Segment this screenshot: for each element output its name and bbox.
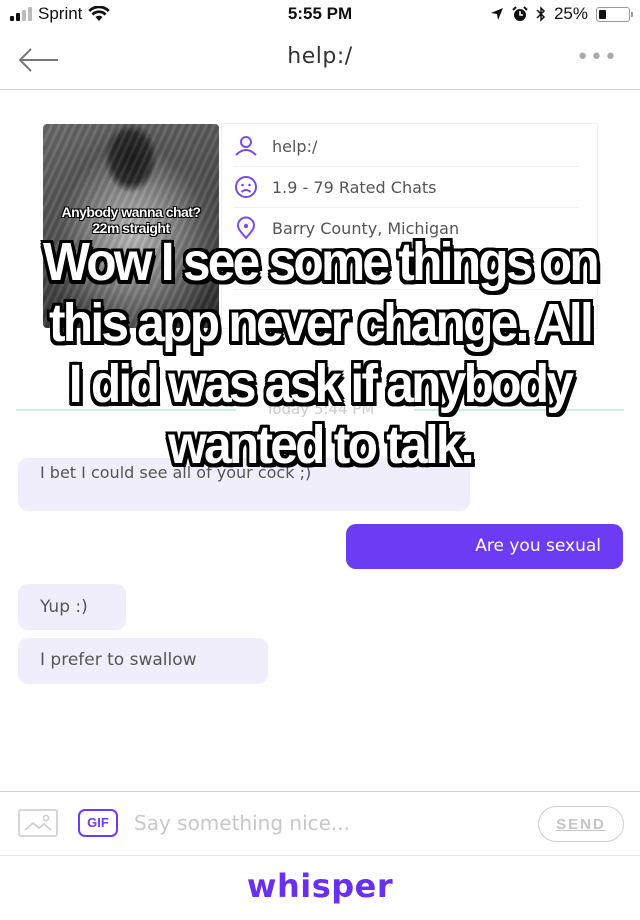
nav-bar: help:/ ••• <box>0 30 640 90</box>
message-input[interactable] <box>134 806 514 840</box>
user-icon <box>235 136 257 156</box>
whisper-logo: whisper <box>246 867 394 905</box>
sad-face-icon <box>235 176 257 198</box>
gif-button[interactable]: GIF <box>78 809 118 837</box>
profile-rating: 1.9 - 79 Rated Chats <box>272 177 437 197</box>
photo-caption-line-1: Anybody wanna chat? <box>61 204 201 220</box>
message-composer: GIF SEND <box>0 791 640 855</box>
location-icon <box>490 8 503 20</box>
message-incoming[interactable]: Yup :) <box>18 584 126 630</box>
profile-name: help:/ <box>272 136 318 156</box>
alarm-icon <box>512 6 528 21</box>
battery-icon <box>596 6 633 22</box>
profile-rating-row: 1.9 - 79 Rated Chats <box>234 167 579 208</box>
more-horizontal-icon: ••• <box>576 45 618 70</box>
attach-photo-button[interactable] <box>18 809 58 837</box>
page-title: help:/ <box>287 44 353 69</box>
send-button[interactable]: SEND <box>538 806 624 842</box>
image-icon <box>24 814 52 831</box>
bluetooth-icon <box>536 6 546 22</box>
status-bar: Sprint 5:55 PM 25% <box>0 0 640 30</box>
battery-percent: 25% <box>553 4 588 23</box>
message-incoming[interactable]: I prefer to swallow <box>18 638 268 684</box>
message-outgoing[interactable]: Are you sexual <box>346 524 623 569</box>
meme-caption: Wow I see some things on this app never … <box>43 232 600 475</box>
profile-name-row: help:/ <box>234 126 579 167</box>
more-options-button[interactable]: ••• <box>576 47 618 69</box>
whisper-footer: whisper <box>0 855 640 920</box>
